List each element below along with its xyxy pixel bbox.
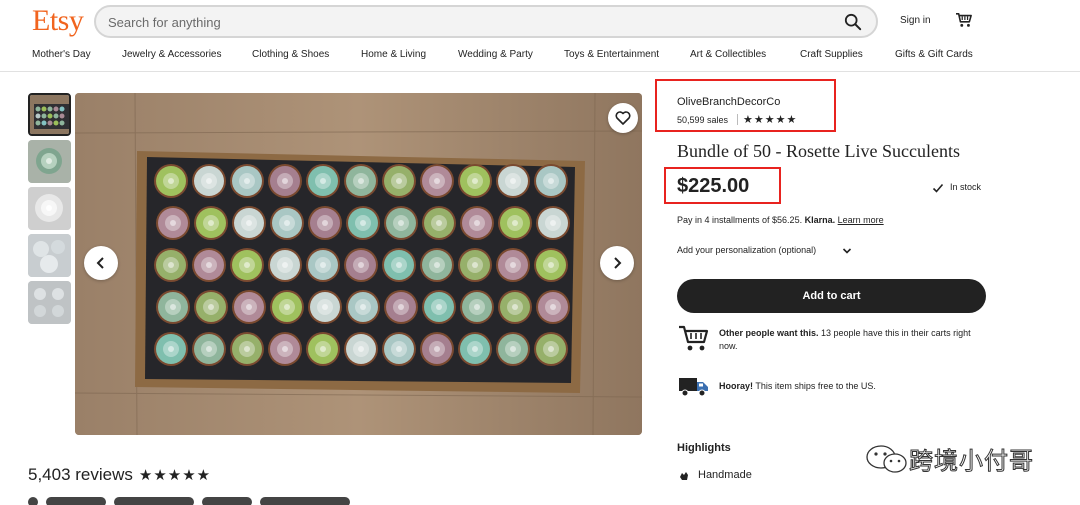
search-icon[interactable] (844, 13, 862, 31)
reviews-summary: 5,403 reviews ★★★★★ (28, 465, 211, 485)
truncated-review-line (28, 497, 428, 505)
thumbnail-5[interactable] (28, 281, 71, 324)
category-nav: Mother's Day Jewelry & Accessories Cloth… (0, 49, 1080, 65)
stock-status: In stock (950, 182, 982, 192)
favorite-button[interactable] (608, 103, 638, 133)
thumbnail-4[interactable] (28, 234, 71, 277)
thumbnail-1[interactable] (28, 93, 71, 136)
nav-item-wedding[interactable]: Wedding & Party (458, 49, 533, 60)
shop-name-link[interactable]: OliveBranchDecorCo (677, 96, 780, 108)
search-bar[interactable] (94, 5, 878, 38)
nav-item-mothers-day[interactable]: Mother's Day (32, 49, 91, 60)
succulent-closeup-image (28, 140, 71, 183)
hand-icon (680, 472, 688, 480)
main-product-image[interactable] (75, 93, 642, 435)
sign-in-link[interactable]: Sign in (900, 15, 931, 26)
shipping-text: This item ships free to the US. (753, 381, 876, 391)
site-header: Etsy Sign in Mother's Day Jewelry & Acce… (0, 0, 1080, 72)
delivery-truck-icon (679, 378, 708, 397)
nav-item-craft[interactable]: Craft Supplies (800, 49, 863, 60)
personalization-toggle[interactable]: Add your personalization (optional) (677, 245, 816, 255)
chevron-right-icon (614, 257, 622, 269)
thumbnail-2[interactable] (28, 140, 71, 183)
product-price: $225.00 (677, 175, 750, 197)
nav-item-gifts[interactable]: Gifts & Gift Cards (895, 49, 973, 60)
nav-item-home[interactable]: Home & Living (361, 49, 426, 60)
shopping-cart-icon (679, 325, 709, 351)
nav-item-art[interactable]: Art & Collectibles (690, 49, 766, 60)
thumbnail-3[interactable] (28, 187, 71, 230)
chevron-left-icon (96, 257, 104, 269)
reviews-count: 5,403 reviews (28, 465, 133, 484)
checkmark-icon (932, 183, 944, 193)
shop-sales-count: 50,599 sales (677, 115, 729, 125)
highlights-heading: Highlights (677, 442, 731, 454)
highlight-handmade: Handmade (698, 469, 752, 481)
heart-icon (615, 111, 631, 125)
succulent-bundle-photo (75, 93, 642, 435)
shipping-bold: Hooray! (719, 381, 754, 391)
learn-more-link[interactable]: Learn more (838, 215, 884, 225)
cart-demand-note: Other people want this. 13 people have t… (719, 327, 979, 353)
wechat-icon (866, 444, 907, 473)
installments-text: Pay in 4 installments of $56.25. (677, 215, 803, 225)
nav-item-clothing[interactable]: Clothing & Shoes (252, 49, 329, 60)
cart-icon[interactable] (955, 12, 973, 28)
nav-item-jewelry[interactable]: Jewelry & Accessories (122, 49, 221, 60)
reviews-stars: ★★★★★ (138, 467, 212, 484)
search-input[interactable] (108, 13, 828, 31)
chevron-down-icon[interactable] (842, 246, 852, 256)
klarna-label: Klarna. (804, 215, 836, 225)
shop-rating-stars: ★★★★★ (743, 114, 798, 126)
shipping-note: Hooray! This item ships free to the US. (719, 380, 979, 393)
succulent-tray-image (30, 95, 69, 134)
succulent-white-image (28, 187, 71, 230)
add-to-cart-button[interactable]: Add to cart (677, 279, 986, 313)
succulent-group-image (28, 234, 71, 277)
wechat-watermark: 跨境小付哥 (865, 441, 1034, 476)
cart-demand-bold: Other people want this. (719, 328, 819, 338)
installments-info: Pay in 4 installments of $56.25. Klarna.… (677, 215, 884, 225)
nav-item-toys[interactable]: Toys & Entertainment (564, 49, 659, 60)
sales-divider (737, 114, 738, 125)
succulent-pots-image (28, 281, 71, 324)
previous-image-button[interactable] (84, 246, 118, 280)
product-title: Bundle of 50 - Rosette Live Succulents (677, 141, 960, 161)
next-image-button[interactable] (600, 246, 634, 280)
watermark-text: 跨境小付哥 (909, 447, 1034, 476)
etsy-logo[interactable]: Etsy (32, 4, 84, 38)
